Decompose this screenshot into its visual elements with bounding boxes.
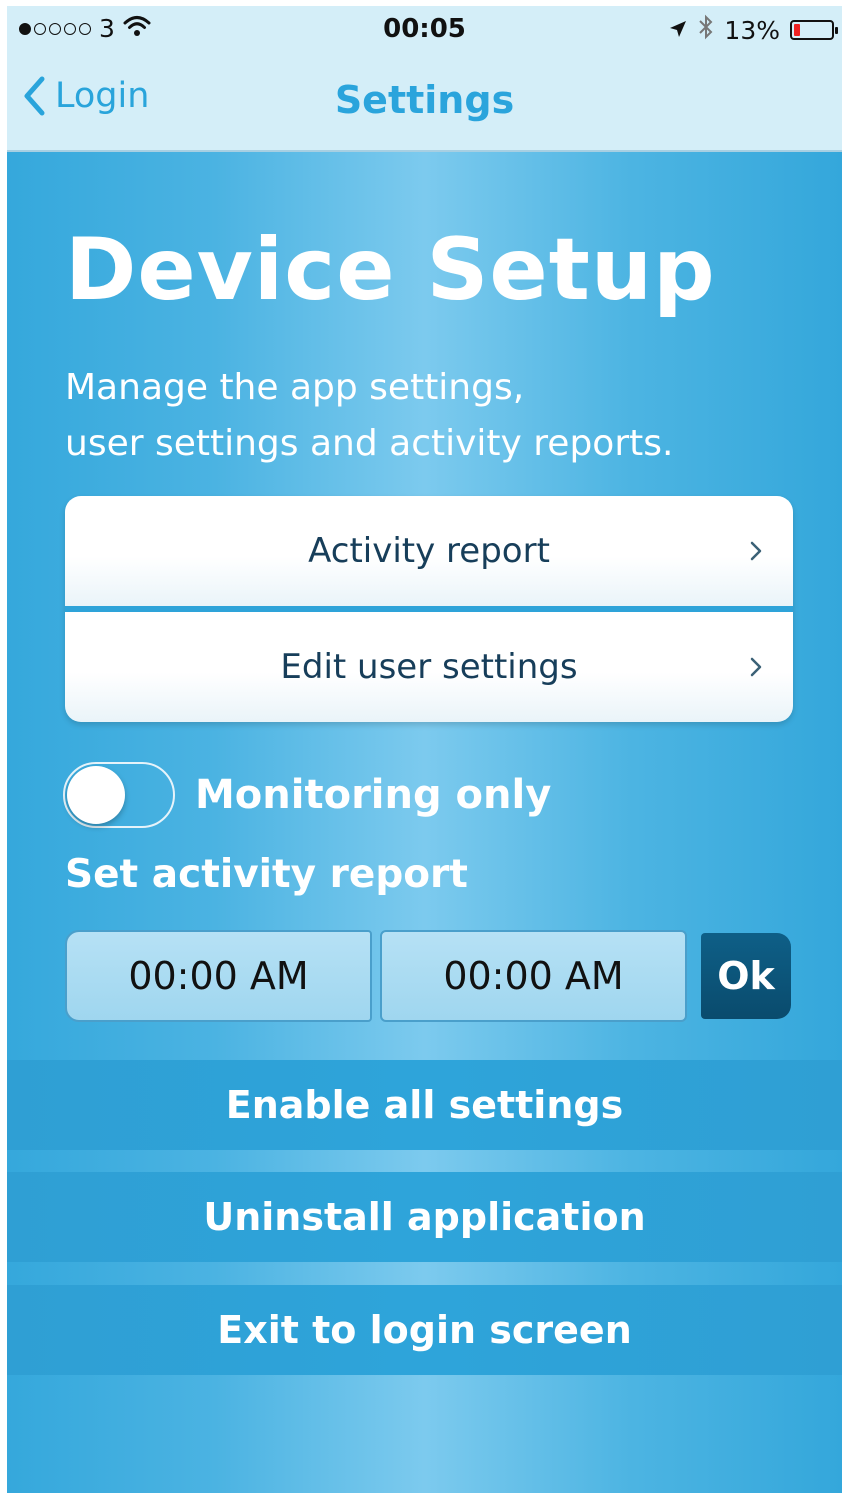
start-time-field[interactable]: 00:00 AM [65,930,372,1022]
menu-item-activity-report[interactable]: Activity report [65,496,793,606]
toggle-knob [67,766,125,824]
status-right: 13% [668,14,838,46]
monitoring-only-toggle[interactable] [63,762,175,828]
battery-icon [790,20,838,40]
ok-button[interactable]: Ok [701,933,791,1019]
status-bar: 3 00:05 13% [7,6,842,52]
bluetooth-icon [698,14,714,46]
subtitle-line-2: user settings and activity reports. [65,423,674,464]
chevron-right-icon [750,541,762,561]
uninstall-application-button[interactable]: Uninstall application [7,1172,842,1262]
menu-item-label: Edit user settings [280,647,578,687]
subtitle-line-1: Manage the app settings, [65,367,525,408]
chevron-right-icon [750,657,762,677]
phone-screen: 3 00:05 13% Login Settings Device Setup … [7,6,842,1493]
menu-item-edit-user-settings[interactable]: Edit user settings [65,612,793,722]
settings-menu: Activity report Edit user settings [65,496,793,722]
set-activity-report-label: Set activity report [65,852,468,897]
menu-item-label: Activity report [308,531,550,571]
page-title: Device Setup [65,220,716,320]
monitoring-toggle-row: Monitoring only [63,758,551,832]
page-subtitle: Manage the app settings, user settings a… [65,360,673,472]
nav-bar: Login Settings [7,66,842,136]
location-arrow-icon [668,16,688,45]
top-bar: 3 00:05 13% Login Settings [7,6,842,152]
end-time-field[interactable]: 00:00 AM [380,930,687,1022]
main-content: Device Setup Manage the app settings, us… [7,152,842,1493]
nav-title: Settings [334,78,515,122]
battery-percent: 13% [724,15,780,45]
enable-all-settings-button[interactable]: Enable all settings [7,1060,842,1150]
monitoring-only-label: Monitoring only [195,772,552,818]
exit-to-login-button[interactable]: Exit to login screen [7,1285,842,1375]
